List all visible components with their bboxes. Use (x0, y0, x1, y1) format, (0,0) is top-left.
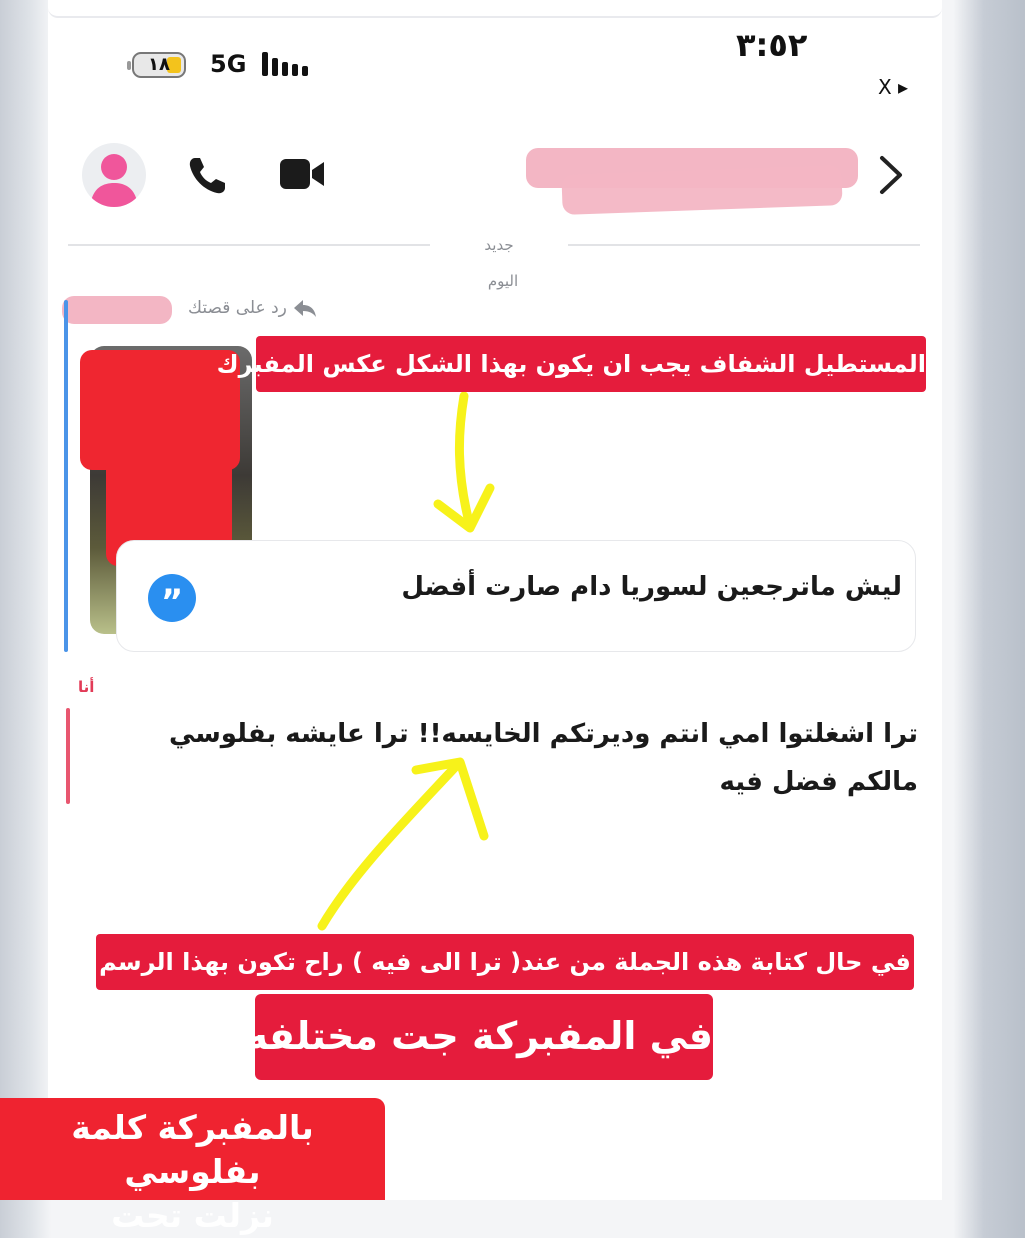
annotation-top: المستطيل الشفاف يجب ان يكون بهذا الشكل ع… (217, 336, 926, 392)
video-camera-icon[interactable] (278, 156, 328, 192)
quote-bar (64, 300, 68, 652)
status-time: ٣:٥٢ (736, 26, 808, 64)
sender-label: أنا (78, 678, 95, 696)
corner-annotation-line-1: بالمفبركة كلمة بفلوسي (71, 1108, 314, 1191)
profile-avatar-icon (90, 154, 138, 207)
playback-indicator[interactable]: X ▸ (878, 75, 908, 99)
chevron-right-icon[interactable] (876, 154, 906, 196)
annotation-big: في المفبركة جت مختلفه (246, 994, 713, 1080)
arrow-down-icon (433, 392, 495, 533)
reply-to-story-label: رد على قصتك (188, 298, 318, 318)
divider-left (68, 244, 430, 246)
my-message-bar (66, 708, 70, 804)
corner-annotation-line-2: نزلت تحت (111, 1196, 274, 1235)
signal-bars-icon (262, 52, 308, 76)
redacted-contact-name-2 (561, 165, 843, 215)
annotation-bottom: في حال كتابة هذه الجملة من عند( ترا الى … (96, 934, 914, 990)
quoted-reply-text: ليش ماترجعين لسوريا دام صارت أفضل (401, 572, 902, 602)
my-message[interactable]: ترا اشغلتوا امي انتم وديرتكم الخايسه!! ت… (136, 710, 918, 806)
battery-level: ١٨ (148, 54, 170, 75)
top-edge (48, 0, 942, 18)
chat-screen: ٣:٥٢ ١٨ 5G X ▸ جديد اليوم رد على قصتك ” … (48, 0, 942, 1200)
my-message-line-2: مالكم فضل فيه (719, 767, 919, 797)
day-label: اليوم (487, 272, 519, 290)
redacted-username (62, 296, 172, 324)
network-type: 5G (210, 50, 247, 78)
reply-arrow-icon (294, 300, 317, 317)
corner-annotation: بالمفبركة كلمة بفلوسي نزلت تحت (0, 1098, 385, 1235)
quote-icon: ” (148, 574, 196, 622)
my-message-line-1: ترا اشغلتوا امي انتم وديرتكم الخايسه!! ت… (168, 719, 918, 749)
new-messages-label: جديد (484, 236, 514, 254)
phone-icon[interactable] (186, 155, 230, 197)
avatar[interactable] (82, 143, 146, 207)
reply-to-story-text: رد على قصتك (188, 298, 287, 318)
divider-right (568, 244, 920, 246)
arrow-up-icon (317, 757, 489, 931)
battery-icon: ١٨ (127, 52, 186, 78)
